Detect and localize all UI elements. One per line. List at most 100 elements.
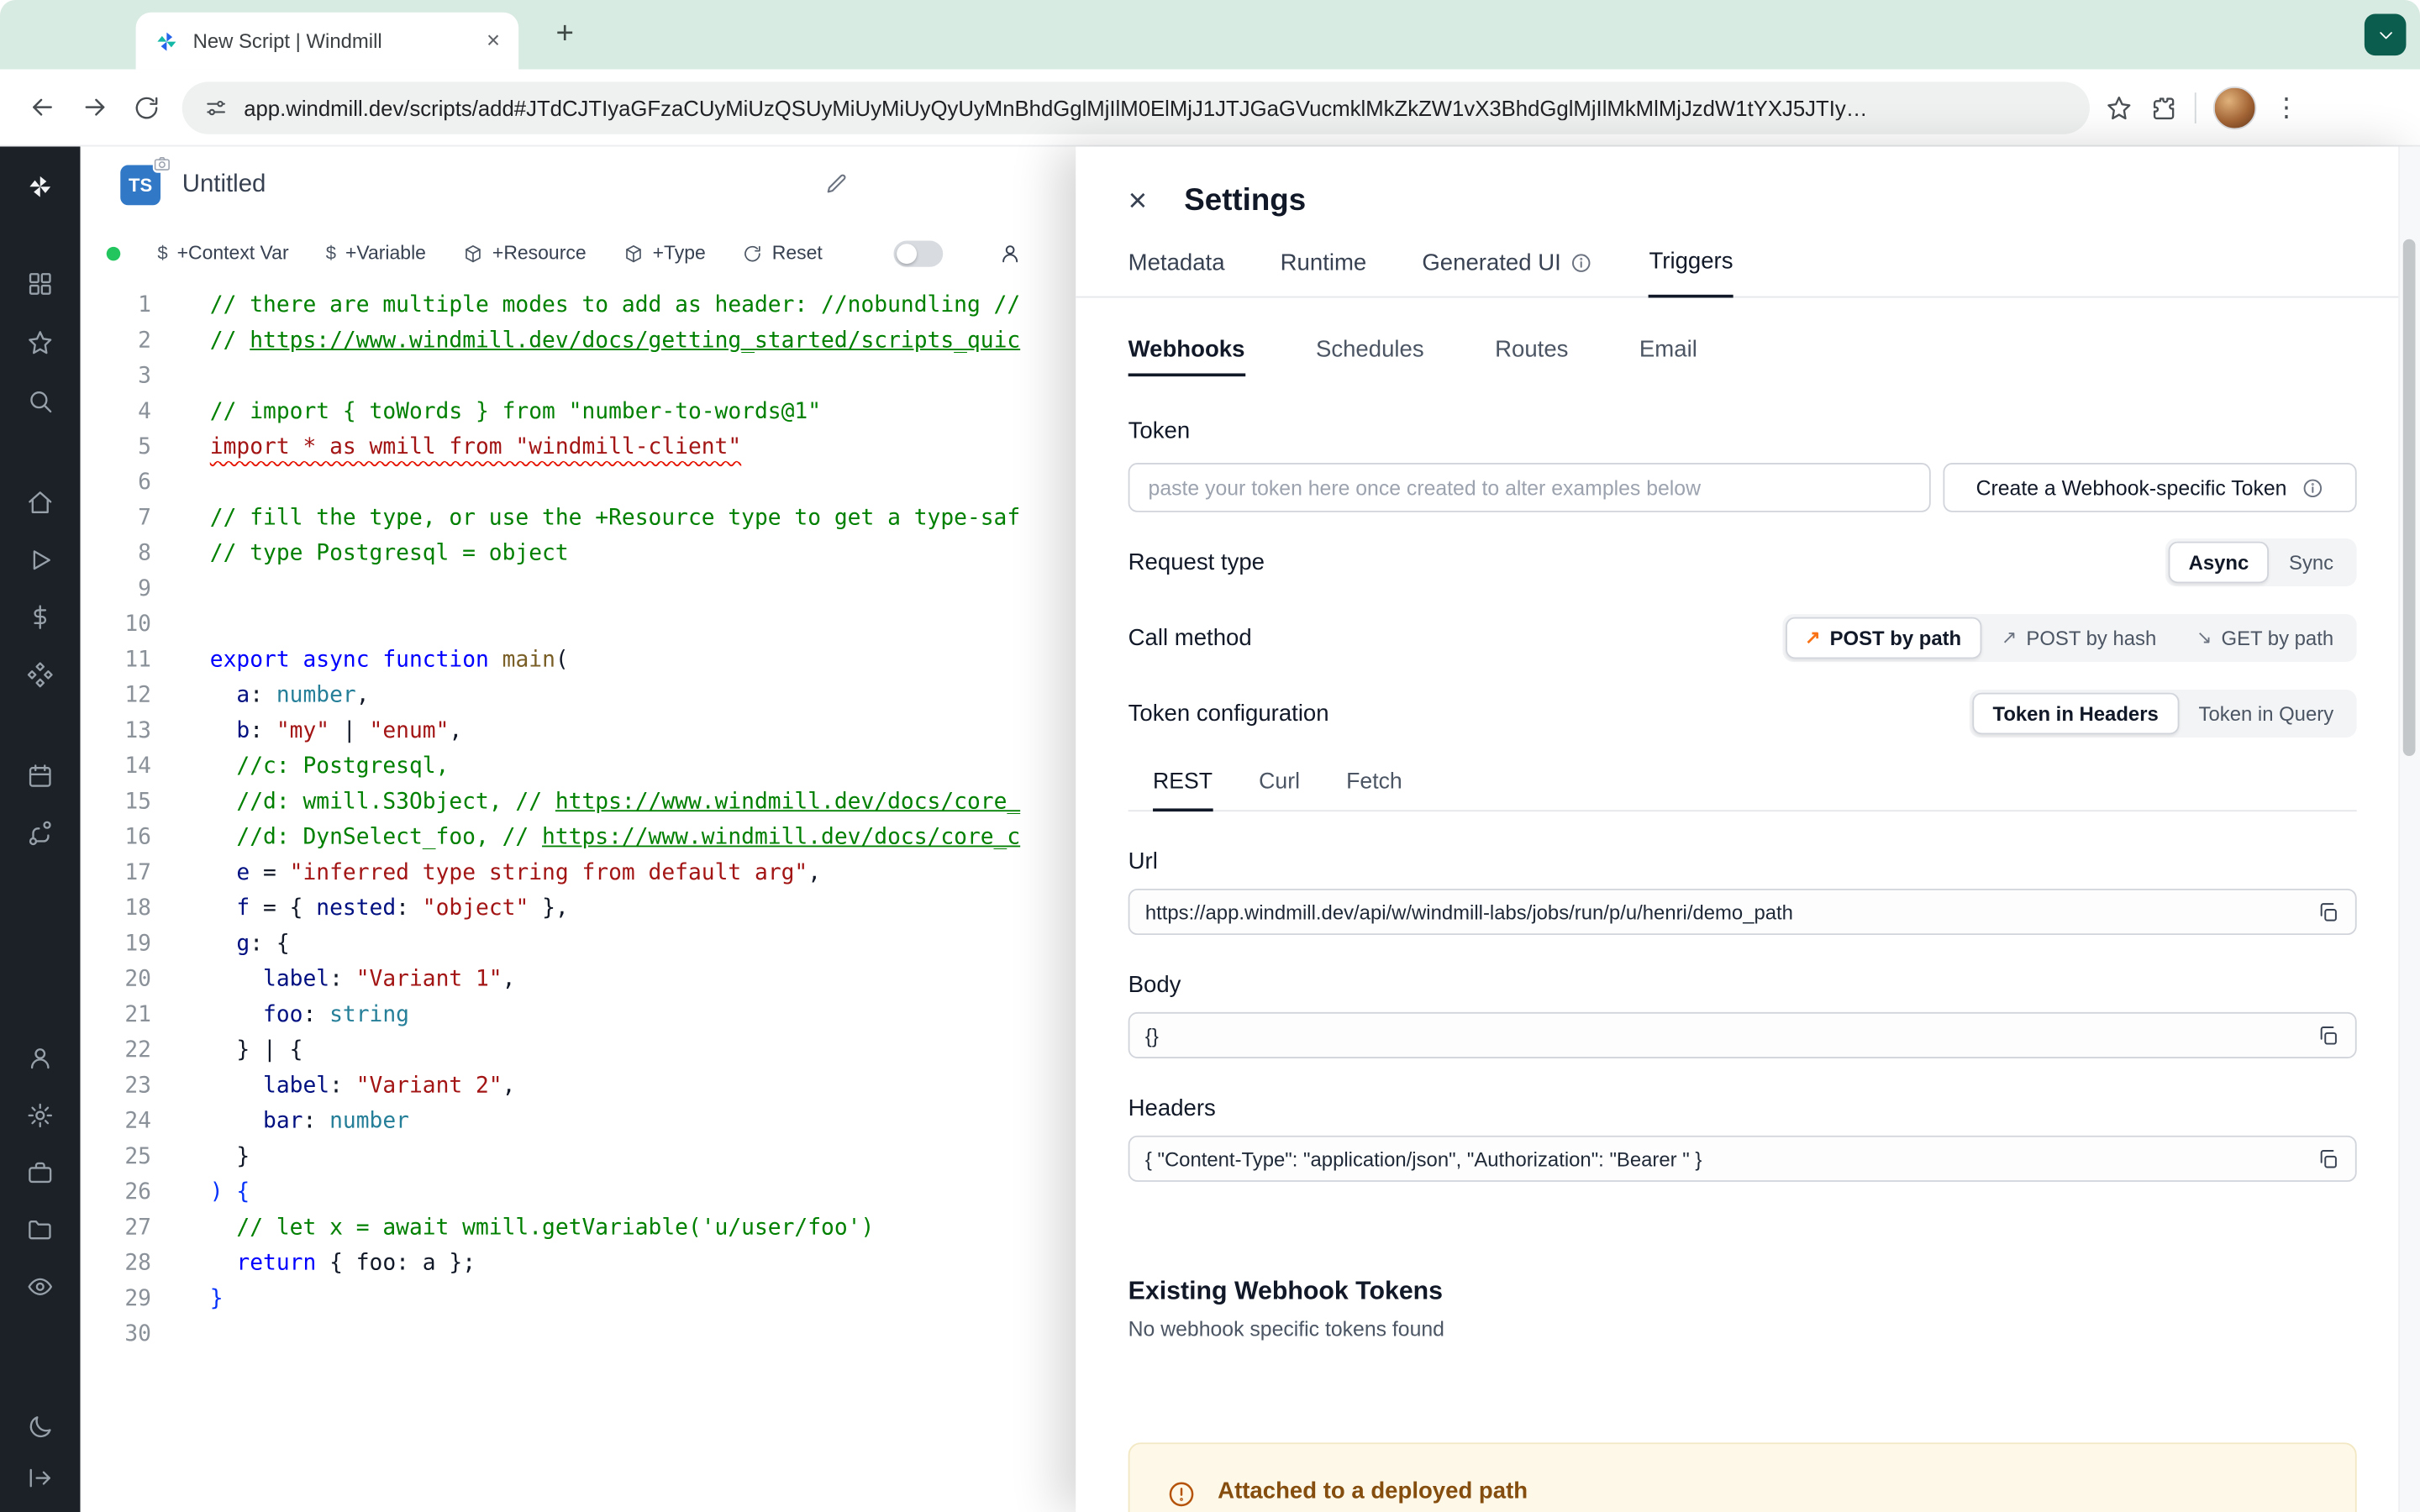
code-line[interactable]: } (210, 1140, 1020, 1175)
token-input[interactable] (1128, 463, 1931, 512)
code-line[interactable]: // fill the type, or use the +Resource t… (210, 501, 1020, 537)
star-icon[interactable] (18, 321, 61, 364)
browser-toolbar: app.windmill.dev/scripts/add#JTdCJTIyaGF… (0, 69, 2420, 147)
code-line[interactable]: g: { (210, 927, 1020, 963)
eye-icon[interactable] (18, 1265, 61, 1308)
code-line[interactable]: // import { toWords } from "number-to-wo… (210, 395, 1020, 430)
browser-side-panel-button[interactable] (2364, 13, 2407, 56)
home-icon[interactable] (18, 481, 61, 524)
browser-menu-icon[interactable]: ⋮ (2274, 94, 2300, 120)
back-button[interactable] (15, 81, 67, 133)
tab-routes[interactable]: Routes (1495, 336, 1568, 376)
close-icon[interactable]: × (1128, 185, 1148, 218)
edit-pencil-icon[interactable] (824, 171, 849, 196)
windmill-logo[interactable] (18, 165, 61, 208)
add-context-var-button[interactable]: $ +Context Var (157, 242, 288, 264)
tab-metadata[interactable]: Metadata (1128, 249, 1225, 297)
code-lines[interactable]: // there are multiple modes to add as he… (151, 288, 1020, 1512)
create-webhook-token-button[interactable]: Create a Webhook-specific Token (1943, 463, 2357, 512)
code-line[interactable] (210, 572, 1020, 607)
code-line[interactable] (210, 360, 1020, 395)
code-line[interactable]: } (210, 1282, 1020, 1317)
code-line[interactable]: //d: DynSelect_foo, // https://www.windm… (210, 821, 1020, 856)
tab-runtime[interactable]: Runtime (1281, 249, 1367, 297)
code-line[interactable]: a: number, (210, 679, 1020, 714)
browser-tab[interactable]: New Script | Windmill × (135, 12, 519, 70)
request-type-sync[interactable]: Sync (2269, 541, 2354, 583)
variables-dollar-icon[interactable] (18, 596, 61, 638)
expand-sidebar-arrow-icon[interactable] (18, 1457, 61, 1499)
code-line[interactable] (210, 1318, 1020, 1353)
code-line[interactable]: //d: wmill.S3Object, // https://www.wind… (210, 785, 1020, 821)
add-variable-button[interactable]: $ +Variable (326, 242, 426, 264)
apps-grid-icon[interactable] (18, 262, 61, 305)
assistant-user-icon[interactable] (998, 241, 1022, 265)
code-line[interactable]: export async function main( (210, 643, 1020, 679)
tab-close-icon[interactable]: × (487, 29, 500, 53)
code-line[interactable]: f = { nested: "object" }, (210, 892, 1020, 927)
code-line[interactable]: foo: string (210, 998, 1020, 1033)
line-number: 23 (124, 1074, 151, 1099)
tab-schedules[interactable]: Schedules (1316, 336, 1424, 376)
code-line[interactable]: // let x = await wmill.getVariable('u/us… (210, 1211, 1020, 1247)
add-type-button[interactable]: +Type (623, 242, 706, 264)
runs-play-icon[interactable] (18, 538, 61, 581)
tab-webhooks[interactable]: Webhooks (1128, 336, 1245, 377)
tab-email[interactable]: Email (1639, 336, 1697, 376)
tab-fetch[interactable]: Fetch (1346, 770, 1402, 811)
scrollbar-thumb[interactable] (2402, 239, 2416, 756)
dark-mode-moon-icon[interactable] (18, 1405, 61, 1448)
code-line[interactable]: } | { (210, 1034, 1020, 1069)
call-method-get-by-path[interactable]: ↘ GET by path (2176, 617, 2354, 659)
line-number: 29 (124, 1286, 151, 1312)
script-title[interactable]: Untitled (182, 171, 266, 199)
tab-triggers[interactable]: Triggers (1649, 249, 1733, 298)
bookmark-star-icon[interactable] (2105, 93, 2133, 121)
folder-icon[interactable] (18, 1208, 61, 1251)
add-resource-button[interactable]: +Resource (463, 242, 587, 264)
code-line[interactable]: label: "Variant 2", (210, 1069, 1020, 1105)
reset-button[interactable]: Reset (743, 242, 823, 264)
dollar-icon: $ (325, 242, 336, 265)
token-in-headers[interactable]: Token in Headers (1972, 691, 2179, 734)
request-type-async[interactable]: Async (2168, 540, 2270, 583)
tab-curl[interactable]: Curl (1259, 770, 1300, 811)
code-line[interactable]: // there are multiple modes to add as he… (210, 288, 1020, 323)
user-icon[interactable] (18, 1037, 61, 1079)
code-line[interactable]: ) { (210, 1176, 1020, 1211)
schedules-calendar-icon[interactable] (18, 754, 61, 797)
copy-icon[interactable] (2317, 1024, 2340, 1047)
new-tab-button[interactable]: + (544, 13, 587, 55)
forward-button[interactable] (68, 81, 120, 133)
extensions-icon[interactable] (2150, 93, 2178, 121)
token-in-query[interactable]: Token in Query (2179, 692, 2354, 734)
code-line[interactable]: label: "Variant 1", (210, 963, 1020, 998)
profile-avatar[interactable] (2212, 85, 2257, 129)
routes-icon[interactable] (18, 811, 61, 854)
workers-briefcase-icon[interactable] (18, 1151, 61, 1194)
code-line[interactable]: e = "inferred type string from default a… (210, 856, 1020, 891)
code-line[interactable]: import * as wmill from "windmill-client" (210, 430, 1020, 465)
code-line[interactable]: b: "my" | "enum", (210, 714, 1020, 749)
code-line[interactable]: return { foo: a }; (210, 1247, 1020, 1282)
line-number: 15 (124, 790, 151, 815)
code-line[interactable]: bar: number (210, 1105, 1020, 1140)
code-line[interactable] (210, 466, 1020, 501)
reload-button[interactable] (120, 81, 172, 133)
search-icon[interactable] (18, 380, 61, 423)
gear-icon[interactable] (18, 1094, 61, 1137)
code-line[interactable]: //c: Postgresql, (210, 750, 1020, 785)
diff-toggle[interactable] (893, 239, 944, 266)
code-line[interactable]: // https://www.windmill.dev/docs/getting… (210, 324, 1020, 360)
copy-icon[interactable] (2317, 900, 2340, 924)
address-bar[interactable]: app.windmill.dev/scripts/add#JTdCJTIyaGF… (182, 81, 2090, 134)
call-method-post-by-hash[interactable]: ↗ POST by hash (1981, 617, 2176, 659)
call-method-post-by-path[interactable]: ↗ POST by path (1785, 616, 1982, 659)
code-line[interactable]: // type Postgresql = object (210, 537, 1020, 572)
tab-rest[interactable]: REST (1153, 770, 1213, 812)
code-line[interactable] (210, 608, 1020, 643)
copy-icon[interactable] (2317, 1147, 2340, 1171)
tab-generated-ui[interactable]: Generated UI (1422, 249, 1593, 297)
seg-label: POST by path (1829, 625, 1962, 649)
resources-component-icon[interactable] (18, 653, 61, 696)
